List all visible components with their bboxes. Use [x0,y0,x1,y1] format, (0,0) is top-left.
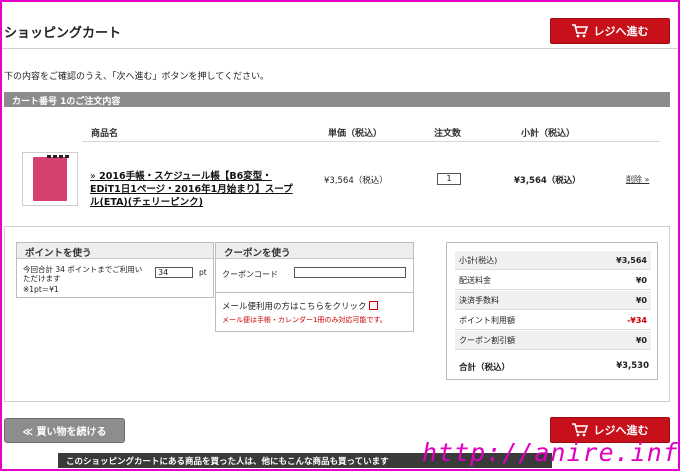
quantity-input[interactable]: 1 [437,173,461,185]
mail-option-label: メール便利用の方はこちらをクリック [222,302,367,312]
page-title: ショッピングカート [4,26,122,41]
cart-icon [571,423,588,437]
product-name-link[interactable]: » 2016手帳・スケジュール帳【B6変型・EDiT1日1ページ・2016年1月… [90,170,300,209]
coupon-box: クーポンを使う クーポンコード [215,242,414,298]
summary-row: 決済手数料 ¥0 [455,291,651,310]
summary-row-value: ¥0 [635,275,647,285]
points-unit: pt [199,268,207,277]
summary-total-row: 合計（税込） ¥3,530 [459,361,649,373]
summary-row-value: ¥0 [635,295,647,305]
product-name: 2016手帳・スケジュール帳【B6変型・EDiT1日1ページ・2016年1月始ま… [90,171,293,208]
product-thumbnail[interactable] [22,152,78,206]
continue-shopping-button[interactable]: ≪ 買い物を続ける [4,418,125,443]
points-title: ポイントを使う [17,243,213,259]
instruction-text: 下の内容をご確認のうえ、「次へ進む」ボタンを押してください。 [4,72,269,82]
watermark: http://anire.info/ [422,438,680,467]
summary-row: 配送料金 ¥0 [455,271,651,290]
mail-option-note: メール便は手帳・カレンダー1冊のみ対応可能です。 [222,316,387,324]
checkout-label: レジへ進む [593,424,649,437]
summary-row-label: 配送料金 [459,275,491,285]
column-header-subtotal: 小計（税込） [521,129,576,139]
column-header-product: 商品名 [91,129,119,139]
points-input[interactable]: 34 [155,267,193,278]
order-summary: 小計(税込) ¥3,564 配送料金 ¥0 決済手数料 ¥0 ポイント利用額 -¥34 クーポン… [446,242,658,380]
title-divider [2,48,678,49]
summary-row-value: -¥34 [626,315,647,325]
delete-link[interactable]: 削除 » [626,174,649,185]
summary-row: ポイント利用額 -¥34 [455,311,651,330]
checkout-label: レジへ進む [593,25,649,38]
summary-row-value: ¥3,564 [616,255,647,265]
summary-row-label: クーポン割引額 [459,335,515,345]
coupon-code-label: クーポンコード [222,270,278,279]
item-subtotal: ¥3,564（税込） [514,176,581,186]
summary-row-label: ポイント利用額 [459,315,515,325]
coupon-code-input[interactable] [294,267,406,278]
summary-row: 小計(税込) ¥3,564 [455,251,651,270]
column-header-unit-price: 単価（税込） [328,129,383,139]
notebook-image [33,157,67,201]
summary-row-label: 決済手数料 [459,295,499,305]
total-label: 合計（税込） [459,363,511,373]
summary-row: クーポン割引額 ¥0 [455,331,651,350]
cart-number-header: カート番号 1のご注文内容 [4,92,670,107]
total-value: ¥3,530 [616,361,649,371]
coupon-title: クーポンを使う [216,243,413,259]
points-rate: ※1pt＝¥1 [23,285,59,294]
mail-option-box: メール便利用の方はこちらをクリック メール便は手帳・カレンダー1冊のみ対応可能で… [215,292,414,332]
chevron-right-icon: » [90,171,96,182]
table-header-divider [82,141,660,142]
points-description: 今回合計 34 ポイントまでご利用いただけます [23,265,143,283]
points-box: ポイントを使う 今回合計 34 ポイントまでご利用いただけます ※1pt＝¥1 … [16,242,214,298]
unit-price: ¥3,564（税込） [324,176,388,186]
summary-row-label: 小計(税込) [459,255,498,265]
summary-row-value: ¥0 [635,335,647,345]
column-header-quantity: 注文数 [434,129,462,139]
checkout-button-top[interactable]: レジへ進む [550,18,670,44]
mail-option-checkbox[interactable] [369,301,378,310]
cart-icon [571,24,588,38]
